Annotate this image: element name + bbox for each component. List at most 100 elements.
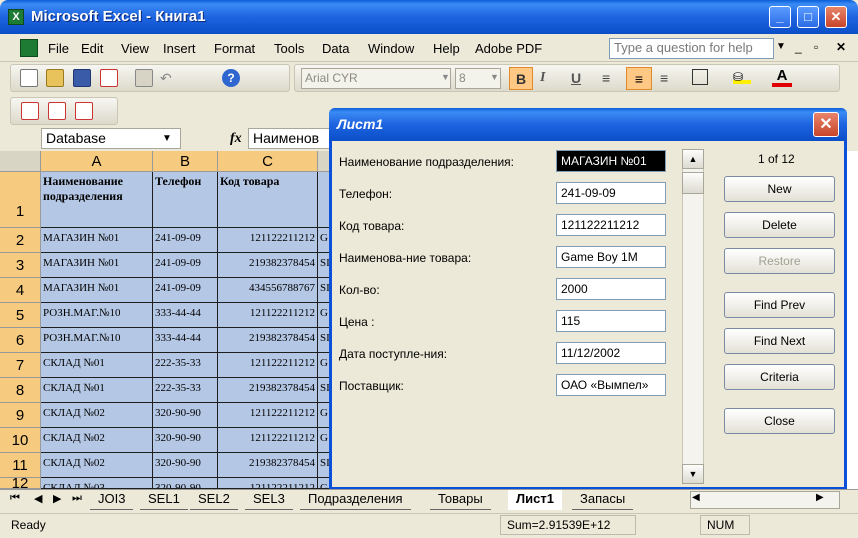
- column-header-b[interactable]: B: [153, 151, 218, 172]
- menu-data[interactable]: Data: [322, 41, 349, 56]
- fill-color-icon[interactable]: ⛁: [733, 70, 751, 84]
- name-box-dropdown-icon[interactable]: ▼: [162, 133, 172, 144]
- table-cell[interactable]: 219382378454: [218, 253, 318, 278]
- menu-adobe-pdf[interactable]: Adobe PDF: [475, 41, 542, 56]
- table-cell[interactable]: 219382378454: [218, 453, 318, 478]
- field-input[interactable]: 11/12/2002: [556, 342, 666, 364]
- menu-view[interactable]: View: [121, 41, 149, 56]
- table-cell[interactable]: 121122211212: [218, 428, 318, 453]
- row-header[interactable]: 1: [0, 172, 41, 228]
- table-cell[interactable]: Наименование подразделения: [41, 172, 153, 228]
- pdf-review-icon[interactable]: [75, 102, 93, 120]
- table-cell[interactable]: СКЛАД №02: [41, 428, 153, 453]
- table-cell[interactable]: СКЛАД №03: [41, 478, 153, 489]
- select-all-corner[interactable]: [0, 151, 41, 172]
- delete-button[interactable]: Delete: [724, 212, 835, 238]
- restore-button[interactable]: Restore: [724, 248, 835, 274]
- pdf-email-icon[interactable]: [48, 102, 66, 120]
- table-cell[interactable]: 222-35-33: [153, 378, 218, 403]
- table-cell[interactable]: МАГАЗИН №01: [41, 278, 153, 303]
- column-header-a[interactable]: A: [41, 151, 153, 172]
- help-search-input[interactable]: Type a question for help: [609, 38, 774, 59]
- table-cell[interactable]: 320-90-90: [153, 478, 218, 489]
- close-button[interactable]: Close: [724, 408, 835, 434]
- new-document-icon[interactable]: [20, 69, 38, 87]
- last-sheet-icon[interactable]: ⏭: [72, 492, 82, 505]
- row-header[interactable]: 4: [0, 278, 41, 303]
- workbook-icon[interactable]: [20, 39, 38, 57]
- table-cell[interactable]: РОЗН.МАГ.№10: [41, 328, 153, 353]
- menu-edit[interactable]: Edit: [81, 41, 103, 56]
- bold-button[interactable]: B: [509, 67, 533, 90]
- table-cell[interactable]: МАГАЗИН №01: [41, 253, 153, 278]
- table-cell[interactable]: 219382378454: [218, 378, 318, 403]
- borders-icon[interactable]: [692, 69, 708, 85]
- table-cell[interactable]: 241-09-09: [153, 228, 218, 253]
- table-cell[interactable]: 121122211212: [218, 228, 318, 253]
- align-center-icon[interactable]: ≡: [626, 67, 652, 90]
- close-window-button[interactable]: ✕: [825, 6, 847, 28]
- sheet-tab[interactable]: Лист1: [508, 490, 562, 510]
- next-sheet-icon[interactable]: ▶: [53, 492, 61, 505]
- table-cell[interactable]: СКЛАД №02: [41, 403, 153, 428]
- prev-sheet-icon[interactable]: ◀: [34, 492, 42, 505]
- size-dropdown-icon[interactable]: ▼: [490, 72, 499, 82]
- field-input[interactable]: 115: [556, 310, 666, 332]
- font-dropdown-icon[interactable]: ▼: [441, 72, 450, 82]
- save-icon[interactable]: [73, 69, 91, 87]
- dialog-close-button[interactable]: ✕: [813, 112, 839, 137]
- table-cell[interactable]: Телефон: [153, 172, 218, 228]
- sheet-tab[interactable]: Подразделения: [300, 490, 411, 510]
- doc-minimize-button[interactable]: _: [795, 40, 802, 54]
- row-header[interactable]: 8: [0, 378, 41, 403]
- excel-icon[interactable]: X: [8, 9, 24, 25]
- scroll-down-icon[interactable]: ▼: [682, 464, 704, 484]
- table-cell[interactable]: 121122211212: [218, 353, 318, 378]
- table-cell[interactable]: СКЛАД №01: [41, 353, 153, 378]
- field-input[interactable]: ОАО «Вымпел»: [556, 374, 666, 396]
- menu-tools[interactable]: Tools: [274, 41, 304, 56]
- scroll-up-icon[interactable]: ▲: [682, 149, 704, 169]
- fx-icon[interactable]: fx: [230, 131, 242, 147]
- font-color-icon[interactable]: A: [772, 67, 792, 87]
- table-cell[interactable]: 320-90-90: [153, 403, 218, 428]
- maximize-button[interactable]: □: [797, 6, 819, 28]
- table-cell[interactable]: Код товара: [218, 172, 318, 228]
- field-input[interactable]: 2000: [556, 278, 666, 300]
- pdf-icon[interactable]: [100, 69, 118, 87]
- row-header[interactable]: 7: [0, 353, 41, 378]
- sheet-tab[interactable]: SEL2: [190, 490, 238, 510]
- minimize-button[interactable]: _: [769, 6, 791, 28]
- field-input[interactable]: Game Boy 1M: [556, 246, 666, 268]
- field-input[interactable]: МАГАЗИН №01: [556, 150, 666, 172]
- column-header-c[interactable]: C: [218, 151, 318, 172]
- table-cell[interactable]: РОЗН.МАГ.№10: [41, 303, 153, 328]
- table-cell[interactable]: СКЛАД №02: [41, 453, 153, 478]
- menu-format[interactable]: Format: [214, 41, 255, 56]
- doc-close-button[interactable]: ✕: [836, 40, 846, 54]
- table-cell[interactable]: 222-35-33: [153, 353, 218, 378]
- sheet-tab[interactable]: SEL3: [245, 490, 293, 510]
- formula-input[interactable]: Наименов: [248, 128, 338, 149]
- menu-window[interactable]: Window: [368, 41, 414, 56]
- menu-insert[interactable]: Insert: [163, 41, 196, 56]
- table-cell[interactable]: 320-90-90: [153, 428, 218, 453]
- row-header[interactable]: 6: [0, 328, 41, 353]
- table-cell[interactable]: 333-44-44: [153, 328, 218, 353]
- scroll-right-icon[interactable]: ▶: [816, 492, 824, 503]
- name-box[interactable]: Database: [41, 128, 181, 149]
- convert-pdf-icon[interactable]: [21, 102, 39, 120]
- table-cell[interactable]: СКЛАД №01: [41, 378, 153, 403]
- find-next-button[interactable]: Find Next: [724, 328, 835, 354]
- criteria-button[interactable]: Criteria: [724, 364, 835, 390]
- help-icon[interactable]: ?: [222, 69, 240, 87]
- table-cell[interactable]: 121122211212: [218, 478, 318, 489]
- italic-button[interactable]: I: [540, 70, 545, 86]
- spelling-icon[interactable]: [135, 69, 153, 87]
- table-cell[interactable]: 241-09-09: [153, 278, 218, 303]
- table-cell[interactable]: 219382378454: [218, 328, 318, 353]
- underline-button[interactable]: U: [571, 70, 581, 86]
- help-dropdown-icon[interactable]: ▼: [776, 41, 786, 52]
- sheet-tab[interactable]: Товары: [430, 490, 491, 510]
- table-cell[interactable]: 320-90-90: [153, 453, 218, 478]
